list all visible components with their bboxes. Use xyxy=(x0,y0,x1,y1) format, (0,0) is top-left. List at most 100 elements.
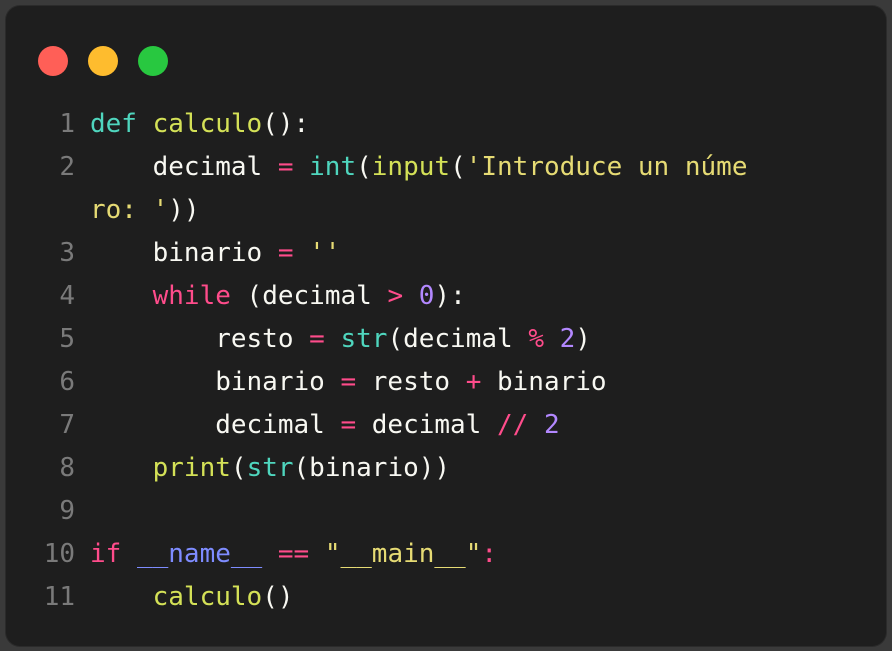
code-token: 2 xyxy=(543,410,560,440)
code-text[interactable]: if __name__ == "__main__": xyxy=(90,533,497,576)
code-token: decimal xyxy=(90,410,341,440)
code-token: calculo xyxy=(152,109,263,139)
close-dot-icon[interactable] xyxy=(38,46,68,76)
code-token: ) xyxy=(575,324,591,354)
code-text[interactable]: def calculo(): xyxy=(90,103,309,146)
line-number: 8 xyxy=(59,453,75,483)
line-number: 2 xyxy=(59,152,75,182)
zoom-dot-icon[interactable] xyxy=(138,46,168,76)
code-token: > xyxy=(387,281,404,311)
window-controls xyxy=(38,46,168,76)
code-token: = xyxy=(340,367,357,397)
code-line: 5 resto = str(decimal % 2) xyxy=(6,318,886,361)
code-token: ): xyxy=(434,281,466,311)
code-token: decimal xyxy=(90,152,278,182)
code-line: 6 binario = resto + binario xyxy=(6,361,886,404)
code-token: () xyxy=(262,582,294,612)
code-line: 8 print(str(binario)) xyxy=(6,447,886,490)
code-token: '' xyxy=(309,238,341,268)
code-token: ro: ' xyxy=(90,195,169,225)
code-token: 0 xyxy=(418,281,435,311)
code-text[interactable]: calculo() xyxy=(90,576,294,619)
code-token: (decimal xyxy=(387,324,529,354)
code-line: 1 def calculo(): xyxy=(6,103,886,146)
code-token: calculo xyxy=(152,582,263,612)
code-token: 'Introduce un núme xyxy=(465,152,748,182)
code-token: binario xyxy=(90,238,278,268)
code-token: + xyxy=(465,367,482,397)
code-token: binario xyxy=(90,367,341,397)
line-number: 10 xyxy=(43,539,75,569)
code-token: = xyxy=(309,324,325,354)
code-token: decimal xyxy=(356,410,497,440)
code-token: = xyxy=(340,410,357,440)
line-number: 7 xyxy=(59,410,75,440)
code-block: 1 def calculo(): 2 decimal = int(input('In… xyxy=(6,103,886,619)
code-token: : xyxy=(481,539,498,569)
line-number: 11 xyxy=(43,582,75,612)
code-token: "__main__" xyxy=(324,539,482,569)
minimize-dot-icon[interactable] xyxy=(88,46,118,76)
code-token: input xyxy=(371,152,451,182)
code-token: = xyxy=(277,152,294,182)
code-text[interactable]: print(str(binario)) xyxy=(90,447,450,490)
code-line: 4 while (decimal > 0): xyxy=(6,275,886,318)
code-token: binario xyxy=(481,367,607,397)
line-number: 9 xyxy=(59,496,75,526)
code-token: (): xyxy=(262,109,310,139)
code-token: while xyxy=(152,281,231,311)
code-token: if xyxy=(90,539,122,569)
code-token: % xyxy=(528,324,544,354)
code-token: (binario)) xyxy=(293,453,451,483)
code-line: 10 if __name__ == "__main__": xyxy=(6,533,886,576)
code-window: 1 def calculo(): 2 decimal = int(input('In… xyxy=(6,6,886,646)
code-token: __name__ xyxy=(136,539,263,569)
code-line: 7 decimal = decimal // 2 xyxy=(6,404,886,447)
code-text[interactable]: while (decimal > 0): xyxy=(90,275,466,318)
code-token: (decimal xyxy=(230,281,388,311)
code-line: 3 binario = '' xyxy=(6,232,886,275)
code-text[interactable]: decimal = decimal // 2 xyxy=(90,404,560,447)
code-token: def xyxy=(90,109,137,139)
line-number: 3 xyxy=(59,238,75,268)
code-token: == xyxy=(277,539,310,569)
code-token: ( xyxy=(230,453,247,483)
code-token: int xyxy=(309,152,357,182)
line-number: 6 xyxy=(59,367,75,397)
code-text[interactable]: decimal = int(input('Introduce un núme r… xyxy=(90,146,747,232)
line-number: 5 xyxy=(59,324,75,354)
code-line: 11 calculo() xyxy=(6,576,886,619)
code-text[interactable] xyxy=(90,490,106,533)
code-token: str xyxy=(246,453,294,483)
code-token: = xyxy=(277,238,294,268)
code-text[interactable]: binario = resto + binario xyxy=(90,361,607,404)
code-token: 2 xyxy=(559,324,576,354)
line-number: 1 xyxy=(59,109,75,139)
code-line: 9 xyxy=(6,490,886,533)
code-token: print xyxy=(152,453,231,483)
code-token: resto xyxy=(356,367,466,397)
code-token: ( xyxy=(356,152,372,182)
code-token: str xyxy=(340,324,388,354)
code-token: )) xyxy=(168,195,200,225)
code-token: resto xyxy=(90,324,310,354)
code-line: 2 decimal = int(input('Introduce un núme… xyxy=(6,146,886,232)
code-token: ( xyxy=(450,152,466,182)
code-text[interactable]: resto = str(decimal % 2) xyxy=(90,318,591,361)
code-text[interactable]: binario = '' xyxy=(90,232,341,275)
line-number: 4 xyxy=(59,281,75,311)
code-token: // xyxy=(497,410,529,440)
